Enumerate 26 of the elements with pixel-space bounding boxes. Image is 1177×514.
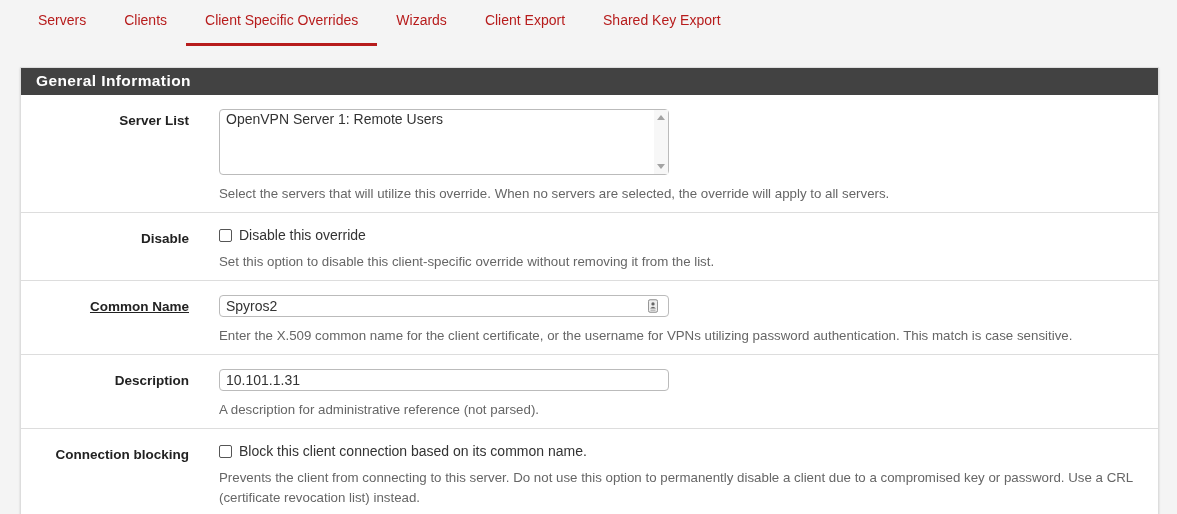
help-text: Prevents the client from connecting to this server. Do not use this option to permanently disable a client due to a compromised key or password. Use a CRL (certificate revocation list) instead.	[219, 469, 1134, 507]
field-label: Disable	[140, 231, 189, 246]
nav-tab[interactable]: Client Specific Overrides	[186, 0, 378, 46]
help-text: Set this option to disable this client-specific override without removing it from the list.	[219, 253, 716, 271]
help-text: Enter the X.509 common name for the client certificate, or the username for VPNs utilizing password authentication. This match is case sensitive.	[219, 327, 1074, 345]
nav-tab[interactable]: Wizards	[377, 0, 466, 46]
checkbox-label: Block this client connection based on its common name.	[239, 443, 587, 459]
panel-title: General Information	[21, 68, 1158, 95]
field-label-link[interactable]: Common Name	[90, 299, 189, 314]
text-field[interactable]: 10.101.1.31	[219, 369, 669, 391]
help-text: Select the servers that will utilize this override. When no servers are selected, the override will apply to all servers.	[219, 185, 891, 203]
nav-tab[interactable]: Client Export	[465, 0, 585, 46]
nav-tab[interactable]: Shared Key Export	[584, 0, 740, 46]
checkbox[interactable]	[219, 444, 232, 458]
text-field[interactable]: Spyros2	[219, 295, 669, 317]
list-option[interactable]: OpenVPN Server 1: Remote Users	[226, 111, 648, 127]
server-listbox[interactable]: OpenVPN Server 1: Remote Users	[219, 109, 669, 175]
field-label: Server List	[119, 113, 189, 128]
contact-card-icon[interactable]	[648, 299, 658, 313]
checkbox[interactable]	[219, 228, 232, 242]
field-label: Description	[114, 373, 189, 388]
field-label: Connection blocking	[55, 447, 189, 462]
help-text: A description for administrative reference (not parsed).	[219, 401, 540, 419]
nav-tab[interactable]: Servers	[19, 0, 106, 46]
checkbox-label: Disable this override	[239, 227, 366, 243]
nav-tab[interactable]: Clients	[105, 0, 187, 46]
